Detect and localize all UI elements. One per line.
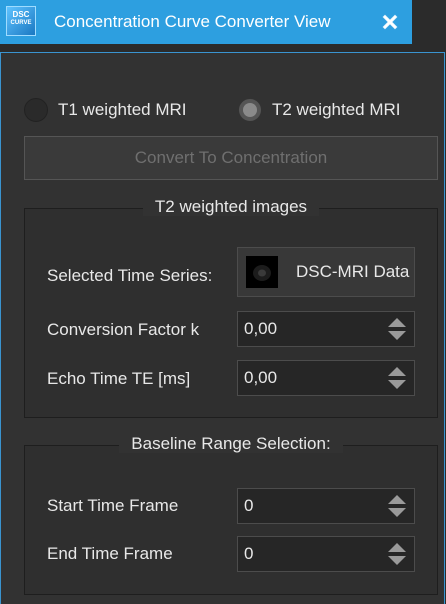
baseline-group-title: Baseline Range Selection: <box>119 434 343 453</box>
selected-time-series-button[interactable]: DSC-MRI Data <box>237 247 415 297</box>
spin-up-icon[interactable] <box>386 541 408 553</box>
echo-time-label: Echo Time TE [ms] <box>47 369 191 388</box>
conversion-factor-spinbox[interactable] <box>237 311 415 347</box>
end-time-frame-label: End Time Frame <box>47 544 173 563</box>
image-thumbnail-icon <box>246 256 278 288</box>
title-bar: DSC CURVE Concentration Curve Converter … <box>0 0 412 44</box>
app-logo-icon: DSC CURVE <box>6 6 36 36</box>
app-logo-text-top: DSC <box>12 10 30 19</box>
t2-radio-label: T2 weighted MRI <box>272 100 401 119</box>
end-time-frame-spinbox[interactable] <box>237 536 415 572</box>
start-time-frame-spinbox[interactable] <box>237 488 415 524</box>
close-icon[interactable] <box>380 12 400 32</box>
start-time-frame-label: Start Time Frame <box>47 496 179 515</box>
selected-time-series-label: Selected Time Series: <box>47 266 213 285</box>
echo-time-input[interactable] <box>238 361 384 395</box>
spin-down-icon[interactable] <box>386 379 408 391</box>
spin-up-icon[interactable] <box>386 493 408 505</box>
end-time-frame-input[interactable] <box>238 537 384 571</box>
app-logo-text-bottom: CURVE <box>10 20 32 26</box>
spin-down-icon[interactable] <box>386 507 408 519</box>
t2-weighted-images-group: T2 weighted images Selected Time Series:… <box>24 197 438 418</box>
t1-radio-option[interactable]: T1 weighted MRI <box>24 96 187 124</box>
window-title: Concentration Curve Converter View <box>54 12 331 31</box>
convert-to-concentration-button[interactable]: Convert To Concentration <box>24 136 438 180</box>
spin-down-icon[interactable] <box>386 330 408 342</box>
conversion-factor-label: Conversion Factor k <box>47 320 200 339</box>
t1-radio-label: T1 weighted MRI <box>58 100 187 119</box>
title-bar-spacer <box>412 0 446 44</box>
selected-time-series-value: DSC-MRI Data <box>296 262 410 281</box>
t1-radio-button[interactable] <box>24 98 48 122</box>
spin-down-icon[interactable] <box>386 555 408 567</box>
start-time-frame-input[interactable] <box>238 489 384 523</box>
t2-radio-button[interactable] <box>238 98 262 122</box>
spin-up-icon[interactable] <box>386 365 408 377</box>
spin-up-icon[interactable] <box>386 316 408 328</box>
t2-group-title: T2 weighted images <box>142 197 320 216</box>
t2-radio-option[interactable]: T2 weighted MRI <box>238 96 401 124</box>
echo-time-spinbox[interactable] <box>237 360 415 396</box>
conversion-factor-input[interactable] <box>238 312 384 346</box>
baseline-range-group: Baseline Range Selection: Start Time Fra… <box>24 434 438 595</box>
